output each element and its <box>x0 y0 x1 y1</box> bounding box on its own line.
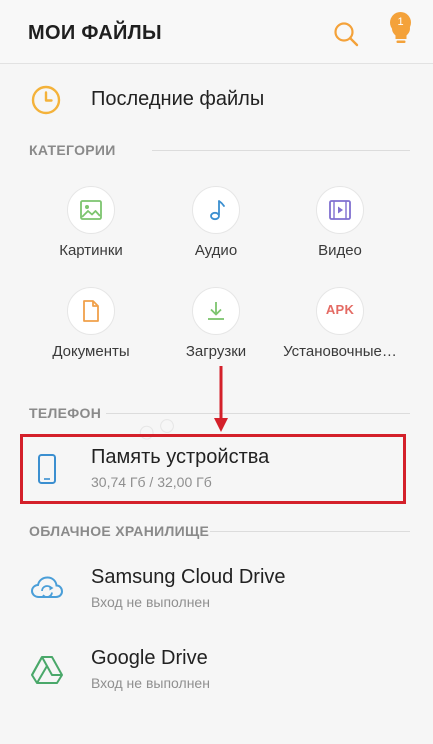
category-images-label: Картинки <box>59 242 123 259</box>
music-note-icon <box>210 200 225 221</box>
google-drive-row[interactable]: Google Drive Вход не выполнен <box>0 639 433 703</box>
samsung-cloud-drive-row[interactable]: Samsung Cloud Drive Вход не выполнен <box>0 558 433 622</box>
category-images-circle <box>67 186 115 234</box>
category-installation-files-label: Установочные… <box>283 343 397 360</box>
apk-icon: APK <box>325 302 355 317</box>
samsung-cloud-icon <box>30 576 64 598</box>
category-images[interactable]: Картинки <box>31 186 151 278</box>
highlight-frame <box>20 434 406 504</box>
app-bar: МОИ ФАЙЛЫ 1 <box>0 0 433 64</box>
category-documents-label: Документы <box>52 343 130 360</box>
notification-badge: 1 <box>390 12 411 33</box>
search-button[interactable] <box>332 20 360 48</box>
image-icon <box>80 200 102 220</box>
cloud-storage-divider <box>210 531 410 532</box>
category-video[interactable]: Видео <box>280 186 400 278</box>
cloud-storage-header: ОБЛАЧНОЕ ХРАНИЛИЩЕ <box>29 523 210 539</box>
category-video-circle <box>316 186 364 234</box>
phone-header: ТЕЛЕФОН <box>29 405 102 421</box>
phone-divider <box>106 413 410 414</box>
clock-icon <box>31 85 61 115</box>
google-drive-status: Вход не выполнен <box>91 675 210 691</box>
samsung-cloud-drive-title: Samsung Cloud Drive <box>91 566 286 588</box>
category-audio-label: Аудио <box>194 242 238 259</box>
category-audio-circle <box>192 186 240 234</box>
app-title: МОИ ФАЙЛЫ <box>28 22 162 44</box>
category-video-label: Видео <box>318 242 362 259</box>
google-drive-icon <box>31 656 63 684</box>
category-downloads-circle <box>192 287 240 335</box>
recent-files-row[interactable]: Последние файлы <box>0 72 433 128</box>
categories-divider <box>152 150 410 151</box>
categories-header: КАТЕГОРИИ <box>29 142 116 158</box>
category-installation-files-circle: APK <box>316 287 364 335</box>
category-documents[interactable]: Документы <box>31 287 151 379</box>
google-drive-title: Google Drive <box>91 647 208 669</box>
category-downloads-label: Загрузки <box>185 343 247 360</box>
category-installation-files[interactable]: APK Установочные… <box>280 287 400 379</box>
pointer-arrow-icon <box>214 366 228 432</box>
download-icon <box>208 302 224 320</box>
video-icon <box>329 200 351 220</box>
category-audio[interactable]: Аудио <box>156 186 276 278</box>
samsung-cloud-drive-status: Вход не выполнен <box>91 594 210 610</box>
app-bar-divider <box>0 63 433 64</box>
document-icon <box>83 300 99 322</box>
category-documents-circle <box>67 287 115 335</box>
recent-files-label: Последние файлы <box>91 88 265 110</box>
search-icon <box>334 22 359 47</box>
